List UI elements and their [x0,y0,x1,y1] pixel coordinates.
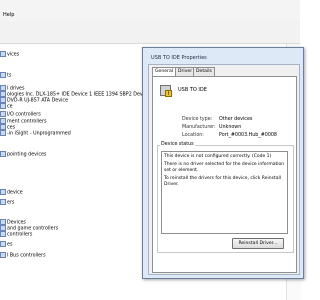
tree-item-label: es [7,242,13,248]
tree-item[interactable]: vices [0,51,19,59]
device-status-group: Device status This device is not configu… [157,142,294,253]
tree-item[interactable]: ts [0,72,11,80]
tree-item-label: I/O controllers [7,112,41,118]
tree-item[interactable]: device [0,189,23,197]
tree-item-label: device [7,190,23,196]
properties-dialog: USB TO IDE Properties General Driver Det… [142,47,304,279]
location-value: Port_#0003.Hub_#0008 [219,133,277,138]
device-category-icon [0,103,6,109]
general-tab-panel: ! USB TO IDE Device type: Other devices … [152,76,297,273]
device-category-icon [0,130,6,136]
reinstall-driver-button[interactable]: Reinstall Driver... [232,238,284,249]
device-category-icon [0,231,6,237]
dialog-body: General Driver Details ! USB TO IDE Devi… [148,64,300,275]
device-status-textbox[interactable]: This device is not configured correctly.… [161,151,288,234]
device-type-value: Other devices [219,117,253,122]
tab-details[interactable]: Details [193,67,215,76]
tree-item-label: l Bus controllers [7,253,46,259]
menu-help[interactable]: Help [3,12,14,18]
tree-item-label: ce [7,104,13,110]
tree-item[interactable]: ce [0,103,13,111]
location-label: Location: [182,133,204,138]
tree-item[interactable]: l Bus controllers [0,252,46,260]
tree-item[interactable]: pointing devices [0,151,46,159]
tree-item-label: controllers [7,232,33,238]
tree-item-label: ers [7,200,15,206]
device-category-icon [0,241,6,247]
device-category-icon [0,199,6,205]
device-icon: ! [160,85,172,97]
status-line: This device is not configured correctly.… [164,154,272,159]
tree-item-label: ts [7,73,12,79]
status-line: To reinstall the drivers for this device… [164,176,281,187]
device-category-icon [0,111,6,117]
menu-bar: Help [0,0,300,21]
dialog-title: USB TO IDE Properties [151,55,207,61]
device-category-icon [0,252,6,258]
tree-item[interactable]: ers [0,199,14,207]
manufacturer-label: Manufacturer: [182,125,216,130]
device-tree: vices ts l drives ologies Inc. DLX-185+ IDE… [0,44,150,300]
toolbar [0,21,300,44]
tree-item-label: -in iSight - Unprogrammed [7,131,71,137]
status-line: There is no driver selected for the devi… [164,162,285,173]
device-category-icon [0,51,6,57]
device-type-label: Device type: [182,117,213,122]
device-status-legend: Device status [160,142,195,147]
tree-item[interactable]: -in iSight - Unprogrammed [0,130,71,138]
device-name: USB TO IDE [178,87,207,93]
manufacturer-value: Unknown [219,125,242,130]
tree-item[interactable]: es [0,241,12,249]
tree-item-label: pointing devices [7,152,47,158]
device-category-icon [0,72,6,78]
device-category-icon [0,151,6,157]
tree-item-label: vices [7,52,20,58]
warning-icon: ! [165,90,172,97]
tree-item-label: DVD-R UJ-857 ATA Device [7,98,69,104]
tree-item[interactable]: controllers [0,231,32,239]
device-category-icon [0,189,6,195]
